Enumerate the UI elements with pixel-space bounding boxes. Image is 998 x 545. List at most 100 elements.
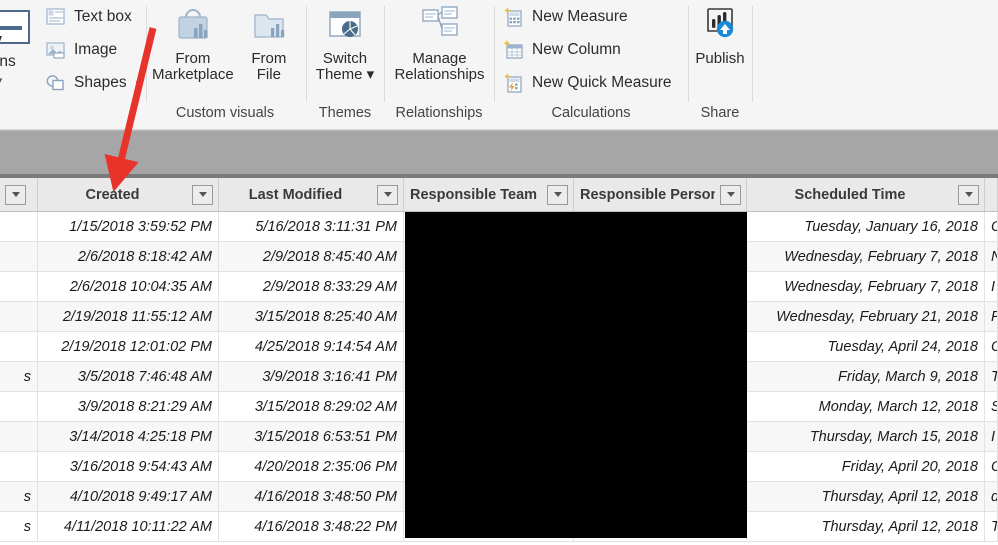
filter-dropdown-icon-created[interactable] — [192, 184, 213, 205]
cell-last-modified[interactable]: 4/16/2018 3:48:50 PM — [219, 482, 404, 511]
cell-last-modified[interactable]: 3/9/2018 3:16:41 PM — [219, 362, 404, 391]
cell-partial-right-column[interactable]: N — [985, 242, 998, 271]
column-header-last-modified[interactable]: Last Modified — [219, 178, 404, 211]
cell-last-modified[interactable]: 4/16/2018 3:48:22 PM — [219, 512, 404, 541]
cell-created[interactable]: 3/9/2018 8:21:29 AM — [38, 392, 219, 421]
cell-last-modified[interactable]: 3/15/2018 8:29:02 AM — [219, 392, 404, 421]
cell-scheduled-time[interactable]: Wednesday, February 7, 2018 — [747, 272, 985, 301]
cell-partial-right-column[interactable]: C — [985, 332, 998, 361]
ribbon-separator-1 — [146, 6, 147, 102]
column-header-created[interactable]: Created — [38, 178, 219, 211]
buttons-button[interactable]: ttons ▾ — [0, 2, 34, 100]
cell-partial-right-column[interactable]: T — [985, 512, 998, 541]
cell-partial-left-column[interactable] — [0, 452, 38, 481]
cell-last-modified[interactable]: 4/25/2018 9:14:54 AM — [219, 332, 404, 361]
cell-partial-left-column[interactable] — [0, 332, 38, 361]
shapes-icon — [45, 73, 67, 93]
chevron-down-icon — [726, 192, 735, 197]
cell-partial-left-column[interactable] — [0, 272, 38, 301]
image-label: Image — [74, 41, 118, 58]
cell-partial-right-column[interactable]: C — [985, 452, 998, 481]
column-header-partial-left-column[interactable] — [0, 178, 38, 211]
filter-dropdown-icon-scheduled-time[interactable] — [958, 184, 979, 205]
cell-scheduled-time[interactable]: Thursday, March 15, 2018 — [747, 422, 985, 451]
new-column-icon — [503, 40, 525, 60]
ribbon-group-calculations: New Measure New Column New Quick Measure — [500, 0, 686, 100]
element-small-items: Text box Image Shapes ▾ — [42, 0, 143, 99]
relationships-group-label: Relationships — [395, 105, 483, 121]
cell-scheduled-time[interactable]: Friday, March 9, 2018 — [747, 362, 985, 391]
column-header-responsible-team[interactable]: Responsible Team — [404, 178, 574, 211]
ribbon-separator-5 — [688, 6, 689, 102]
cell-created[interactable]: 3/16/2018 9:54:43 AM — [38, 452, 219, 481]
cell-last-modified[interactable]: 2/9/2018 8:45:40 AM — [219, 242, 404, 271]
image-button[interactable]: Image — [42, 34, 143, 66]
calculations-group-label: Calculations — [551, 105, 631, 121]
cell-scheduled-time[interactable]: Monday, March 12, 2018 — [747, 392, 985, 421]
cell-scheduled-time[interactable]: Thursday, April 12, 2018 — [747, 512, 985, 541]
filter-dropdown-icon-partial-left-column[interactable] — [5, 184, 26, 205]
new-measure-button[interactable]: New Measure — [500, 1, 675, 33]
cell-partial-right-column[interactable]: d — [985, 482, 998, 511]
cell-partial-left-column[interactable] — [0, 422, 38, 451]
cell-partial-left-column[interactable] — [0, 302, 38, 331]
cell-partial-right-column[interactable]: I — [985, 272, 998, 301]
text-box-button[interactable]: Text box — [42, 1, 143, 33]
chevron-down-icon — [198, 192, 207, 197]
cell-partial-left-column[interactable] — [0, 212, 38, 241]
cell-partial-left-column[interactable]: s — [0, 362, 38, 391]
cell-created[interactable]: 2/6/2018 8:18:42 AM — [38, 242, 219, 271]
cell-last-modified[interactable]: 3/15/2018 6:53:51 PM — [219, 422, 404, 451]
new-column-button[interactable]: New Column — [500, 34, 675, 66]
cell-partial-left-column[interactable] — [0, 392, 38, 421]
textbox-icon — [45, 7, 67, 27]
cell-partial-left-column[interactable]: s — [0, 482, 38, 511]
filter-dropdown-icon-last-modified[interactable] — [377, 184, 398, 205]
cell-created[interactable]: 3/14/2018 4:25:18 PM — [38, 422, 219, 451]
column-header-scheduled-time[interactable]: Scheduled Time — [747, 178, 985, 211]
cell-last-modified[interactable]: 4/20/2018 2:35:06 PM — [219, 452, 404, 481]
cell-scheduled-time[interactable]: Tuesday, January 16, 2018 — [747, 212, 985, 241]
cell-last-modified[interactable]: 3/15/2018 8:25:40 AM — [219, 302, 404, 331]
publish-button[interactable]: Publish — [690, 0, 750, 100]
ribbon-separator-4 — [494, 6, 495, 102]
column-header-responsible-person[interactable]: Responsible Person — [574, 178, 747, 211]
cell-partial-right-column[interactable]: I — [985, 422, 998, 451]
cell-partial-left-column[interactable] — [0, 242, 38, 271]
new-quick-measure-button[interactable]: New Quick Measure — [500, 67, 675, 99]
cell-scheduled-time[interactable]: Wednesday, February 7, 2018 — [747, 242, 985, 271]
cell-created[interactable]: 1/15/2018 3:59:52 PM — [38, 212, 219, 241]
cell-scheduled-time[interactable]: Thursday, April 12, 2018 — [747, 482, 985, 511]
filter-dropdown-icon-responsible-team[interactable] — [547, 184, 568, 205]
cell-partial-left-column[interactable]: s — [0, 512, 38, 541]
new-measure-icon — [503, 7, 525, 27]
column-header-partial-right-column[interactable] — [985, 178, 998, 211]
cell-created[interactable]: 2/6/2018 10:04:35 AM — [38, 272, 219, 301]
cell-last-modified[interactable]: 2/9/2018 8:33:29 AM — [219, 272, 404, 301]
cell-created[interactable]: 2/19/2018 12:01:02 PM — [38, 332, 219, 361]
cell-scheduled-time[interactable]: Wednesday, February 21, 2018 — [747, 302, 985, 331]
cell-created[interactable]: 4/10/2018 9:49:17 AM — [38, 482, 219, 511]
from-file-button[interactable]: From File — [234, 0, 304, 100]
ribbon: ttons ▾ — [0, 0, 998, 130]
from-marketplace-button[interactable]: From Marketplace — [152, 0, 234, 100]
shapes-label: Shapes — [74, 74, 127, 91]
cell-created[interactable]: 3/5/2018 7:46:48 AM — [38, 362, 219, 391]
shapes-button[interactable]: Shapes ▾ — [42, 67, 143, 99]
switch-theme-button[interactable]: Switch Theme ▾ — [308, 0, 382, 100]
cell-created[interactable]: 2/19/2018 11:55:12 AM — [38, 302, 219, 331]
cell-partial-right-column[interactable]: F — [985, 302, 998, 331]
cell-partial-right-column[interactable]: C — [985, 212, 998, 241]
filter-dropdown-icon-responsible-person[interactable] — [720, 184, 741, 205]
canvas-gray-band — [0, 130, 998, 174]
cell-partial-right-column[interactable]: T — [985, 362, 998, 391]
manage-relationships-button[interactable]: Manage Relationships — [386, 0, 493, 100]
cell-scheduled-time[interactable]: Friday, April 20, 2018 — [747, 452, 985, 481]
buttons-caret-icon[interactable]: ▾ — [0, 75, 2, 86]
ribbon-separator-2 — [306, 6, 307, 102]
shapes-caret-icon[interactable]: ▾ — [136, 78, 141, 89]
cell-last-modified[interactable]: 5/16/2018 3:11:31 PM — [219, 212, 404, 241]
cell-created[interactable]: 4/11/2018 10:11:22 AM — [38, 512, 219, 541]
cell-partial-right-column[interactable]: S — [985, 392, 998, 421]
cell-scheduled-time[interactable]: Tuesday, April 24, 2018 — [747, 332, 985, 361]
